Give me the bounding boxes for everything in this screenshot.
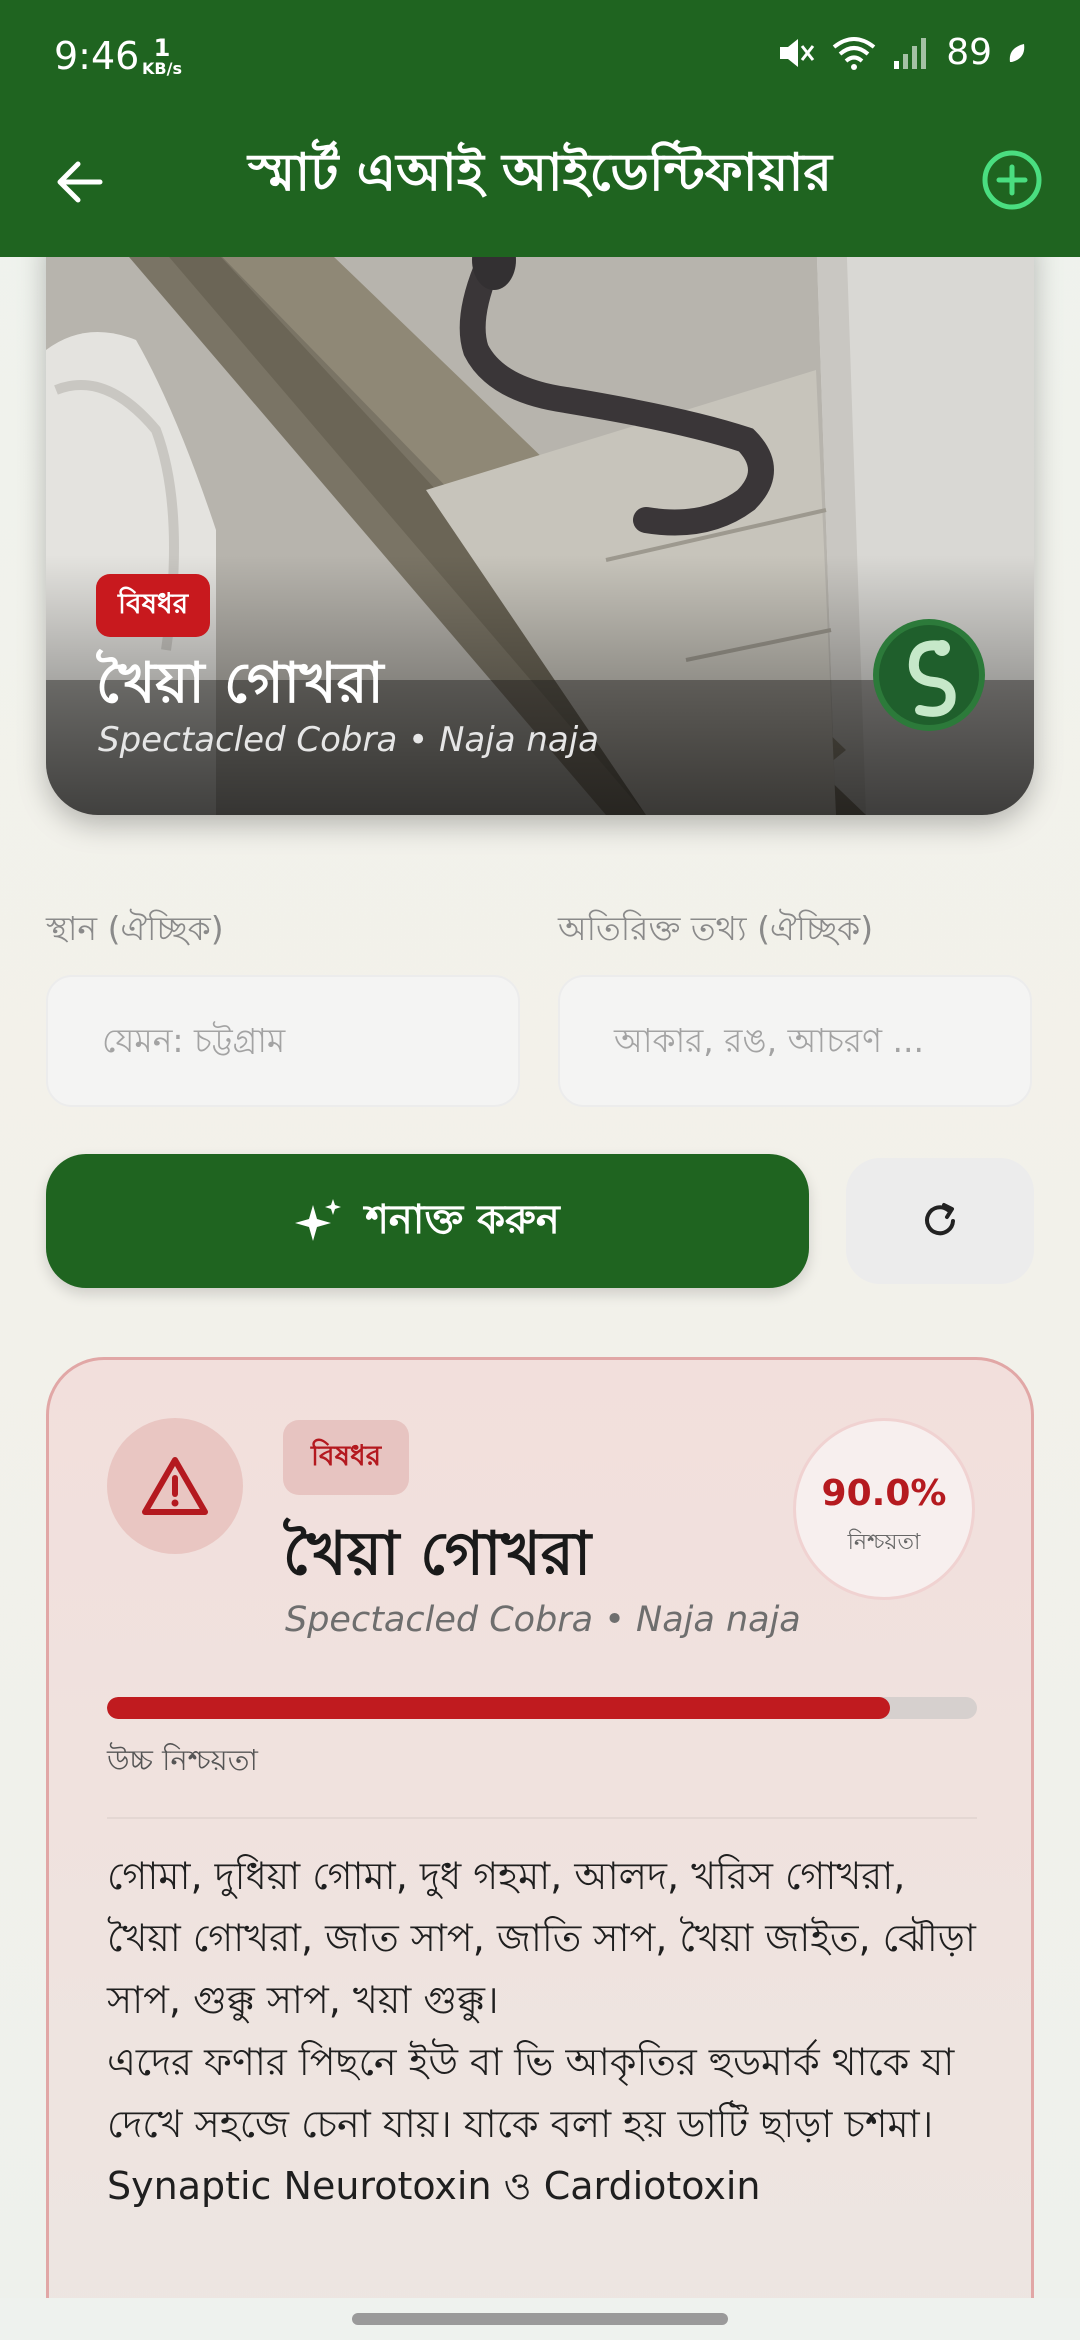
- venomous-badge: বিষধর: [96, 574, 211, 637]
- top-bar: 9:46 1 KB/s 89 স্মার্ট এআই আইডেন্টিফায়া…: [0, 0, 1080, 257]
- result-venomous-badge: বিষধর: [283, 1420, 410, 1495]
- net-speed: 1 KB/s: [142, 36, 182, 78]
- net-speed-value: 1: [153, 34, 171, 62]
- result-scientific-name: Spectacled Cobra • Naja naja: [285, 1600, 801, 1640]
- description-local-names: গোমা, দুধিয়া গোমা, দুধ গহমা, আলদ, খরিস …: [107, 1854, 976, 2022]
- identify-button[interactable]: শনাক্ত করুন: [46, 1154, 809, 1288]
- description-venom: Synaptic Neurotoxin ও Cardiotoxin: [107, 2164, 761, 2208]
- warning-badge: [107, 1418, 243, 1554]
- confidence-circle: 90.0% নিশ্চয়তা: [793, 1418, 975, 1600]
- sparkle-icon: [295, 1199, 342, 1241]
- warning-icon: [142, 1457, 208, 1515]
- net-speed-unit: KB/s: [142, 59, 182, 78]
- status-time: 9:46: [54, 34, 140, 78]
- description: গোমা, দুধিয়া গোমা, দুধ গহমা, আলদ, খরিস …: [107, 1845, 987, 2217]
- extra-info-input[interactable]: আকার, রঙ, আচরণ ...: [558, 975, 1032, 1107]
- battery-saver-icon: [1009, 43, 1025, 62]
- refresh-icon: [925, 1203, 955, 1236]
- wifi-icon: [832, 36, 876, 70]
- extra-info-label: অতিরিক্ত তথ্য (ঐচ্ছিক): [558, 909, 874, 948]
- plus-circle-icon[interactable]: [980, 148, 1044, 212]
- description-identification: এদের ফণার পিছনে ইউ বা ভি আকৃতির হুডমার্ক…: [107, 2040, 955, 2146]
- confidence-bar-fill: [107, 1697, 890, 1719]
- confidence-value: 90.0%: [821, 1473, 947, 1514]
- signal-icon: [894, 37, 927, 69]
- location-input[interactable]: যেমন: চট্টগ্রাম: [46, 975, 520, 1107]
- result-card: বিষধর খৈয়া গোখরা Spectacled Cobra • Naj…: [46, 1357, 1034, 2340]
- result-common-name: খৈয়া গোখরা: [283, 1519, 592, 1589]
- reset-button[interactable]: [846, 1158, 1034, 1284]
- arrow-left-icon[interactable]: [48, 150, 112, 214]
- mute-icon: [780, 38, 815, 67]
- home-indicator[interactable]: [352, 2313, 728, 2325]
- confidence-bar: [107, 1697, 977, 1719]
- location-label: স্থান (ঐচ্ছিক): [46, 909, 224, 948]
- app-bar: স্মার্ট এআই আইডেন্টিফায়ার: [0, 110, 1080, 257]
- snake-photo-card: বিষধর খৈয়া গোখরা Spectacled Cobra • Naj…: [46, 230, 1034, 815]
- hero-scientific-name: Spectacled Cobra • Naja naja: [98, 720, 600, 760]
- status-bar: 9:46 1 KB/s 89: [0, 0, 1080, 110]
- confidence-label: নিশ্চয়তা: [847, 1530, 921, 1555]
- identify-button-label: শনাক্ত করুন: [365, 1196, 560, 1243]
- status-icons: 89: [776, 32, 1028, 73]
- confidence-level: উচ্চ নিশ্চয়তা: [107, 1743, 258, 1777]
- divider: [107, 1817, 977, 1819]
- snake-logo-icon: [873, 619, 985, 731]
- battery-level: 89: [946, 32, 992, 73]
- app-title: স্মার্ট এআই আইডেন্টিফায়ার: [247, 143, 833, 203]
